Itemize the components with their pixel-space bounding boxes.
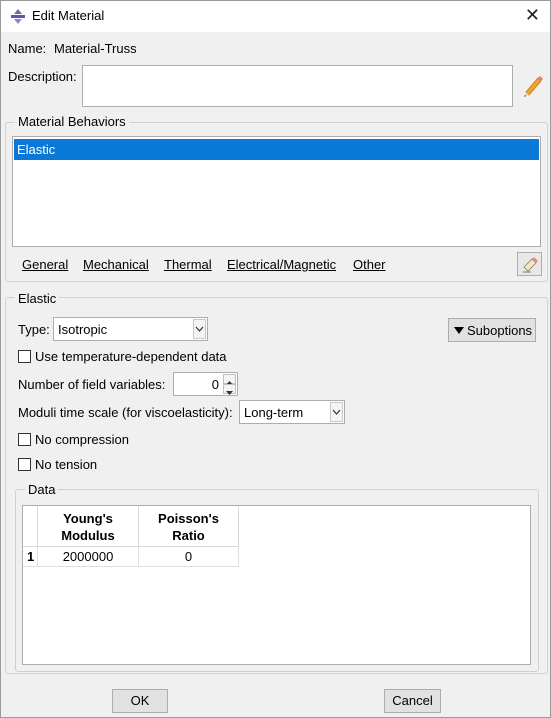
temp-dependent-checkbox[interactable] — [18, 350, 31, 363]
cell-youngs-modulus[interactable]: 2000000 — [38, 547, 139, 567]
delete-behavior-button[interactable] — [517, 252, 542, 276]
cell-poissons-ratio[interactable]: 0 — [139, 547, 239, 567]
menu-general[interactable]: General — [22, 257, 68, 272]
name-value: Material-Truss — [54, 41, 137, 56]
row-index: 1 — [23, 547, 38, 567]
behavior-item-elastic[interactable]: Elastic — [14, 139, 539, 160]
suboptions-label: Suboptions — [467, 323, 533, 338]
menu-thermal[interactable]: Thermal — [164, 257, 212, 272]
chevron-down-icon — [330, 402, 343, 422]
name-label: Name: — [8, 41, 47, 56]
field-vars-value: 0 — [211, 377, 219, 392]
data-table[interactable]: Young's Modulus Poisson's Ratio 1 200000… — [22, 505, 531, 665]
data-group-title: Data — [25, 482, 59, 497]
description-label: Description: — [8, 69, 77, 84]
app-icon — [11, 9, 25, 24]
material-behaviors-title: Material Behaviors — [15, 114, 129, 129]
spin-down-icon[interactable] — [223, 384, 236, 395]
window-title: Edit Material — [32, 8, 105, 23]
no-compression-label: No compression — [35, 432, 129, 447]
column-header-poissons-ratio[interactable]: Poisson's Ratio — [139, 506, 239, 547]
menu-mechanical[interactable]: Mechanical — [83, 257, 149, 272]
row-header-corner — [23, 506, 38, 547]
type-select[interactable]: Isotropic — [53, 317, 208, 341]
temp-dependent-label: Use temperature-dependent data — [35, 349, 227, 364]
menu-electrical-magnetic[interactable]: Electrical/Magnetic — [227, 257, 336, 272]
moduli-label: Moduli time scale (for viscoelasticity): — [18, 405, 233, 420]
suboptions-button[interactable]: Suboptions — [448, 318, 536, 342]
field-vars-spinner[interactable]: 0 — [173, 372, 238, 396]
spin-up-icon[interactable] — [223, 374, 236, 385]
moduli-select[interactable]: Long-term — [239, 400, 345, 424]
title-bar: Edit Material ✕ — [1, 1, 550, 32]
description-input[interactable] — [82, 65, 513, 107]
moduli-value: Long-term — [244, 405, 304, 420]
column-header-youngs-modulus[interactable]: Young's Modulus — [38, 506, 139, 547]
menu-other[interactable]: Other — [353, 257, 386, 272]
close-icon[interactable]: ✕ — [525, 6, 540, 24]
elastic-group-title: Elastic — [15, 291, 60, 306]
no-tension-checkbox[interactable] — [18, 458, 31, 471]
cancel-button[interactable]: Cancel — [384, 689, 441, 713]
no-compression-checkbox[interactable] — [18, 433, 31, 446]
pencil-icon[interactable] — [521, 74, 543, 98]
field-vars-label: Number of field variables: — [18, 377, 166, 392]
triangle-down-icon — [454, 327, 464, 334]
chevron-down-icon — [193, 319, 206, 339]
no-tension-label: No tension — [35, 457, 98, 472]
eraser-icon — [523, 257, 538, 273]
type-label: Type: — [18, 322, 50, 337]
edit-material-dialog: Edit Material ✕ Name: Material-Truss Des… — [0, 0, 551, 718]
behavior-menu-bar: General Mechanical Thermal Electrical/Ma… — [12, 252, 512, 278]
type-value: Isotropic — [58, 322, 108, 337]
ok-button[interactable]: OK — [112, 689, 168, 713]
material-behaviors-list[interactable]: Elastic — [12, 136, 541, 247]
